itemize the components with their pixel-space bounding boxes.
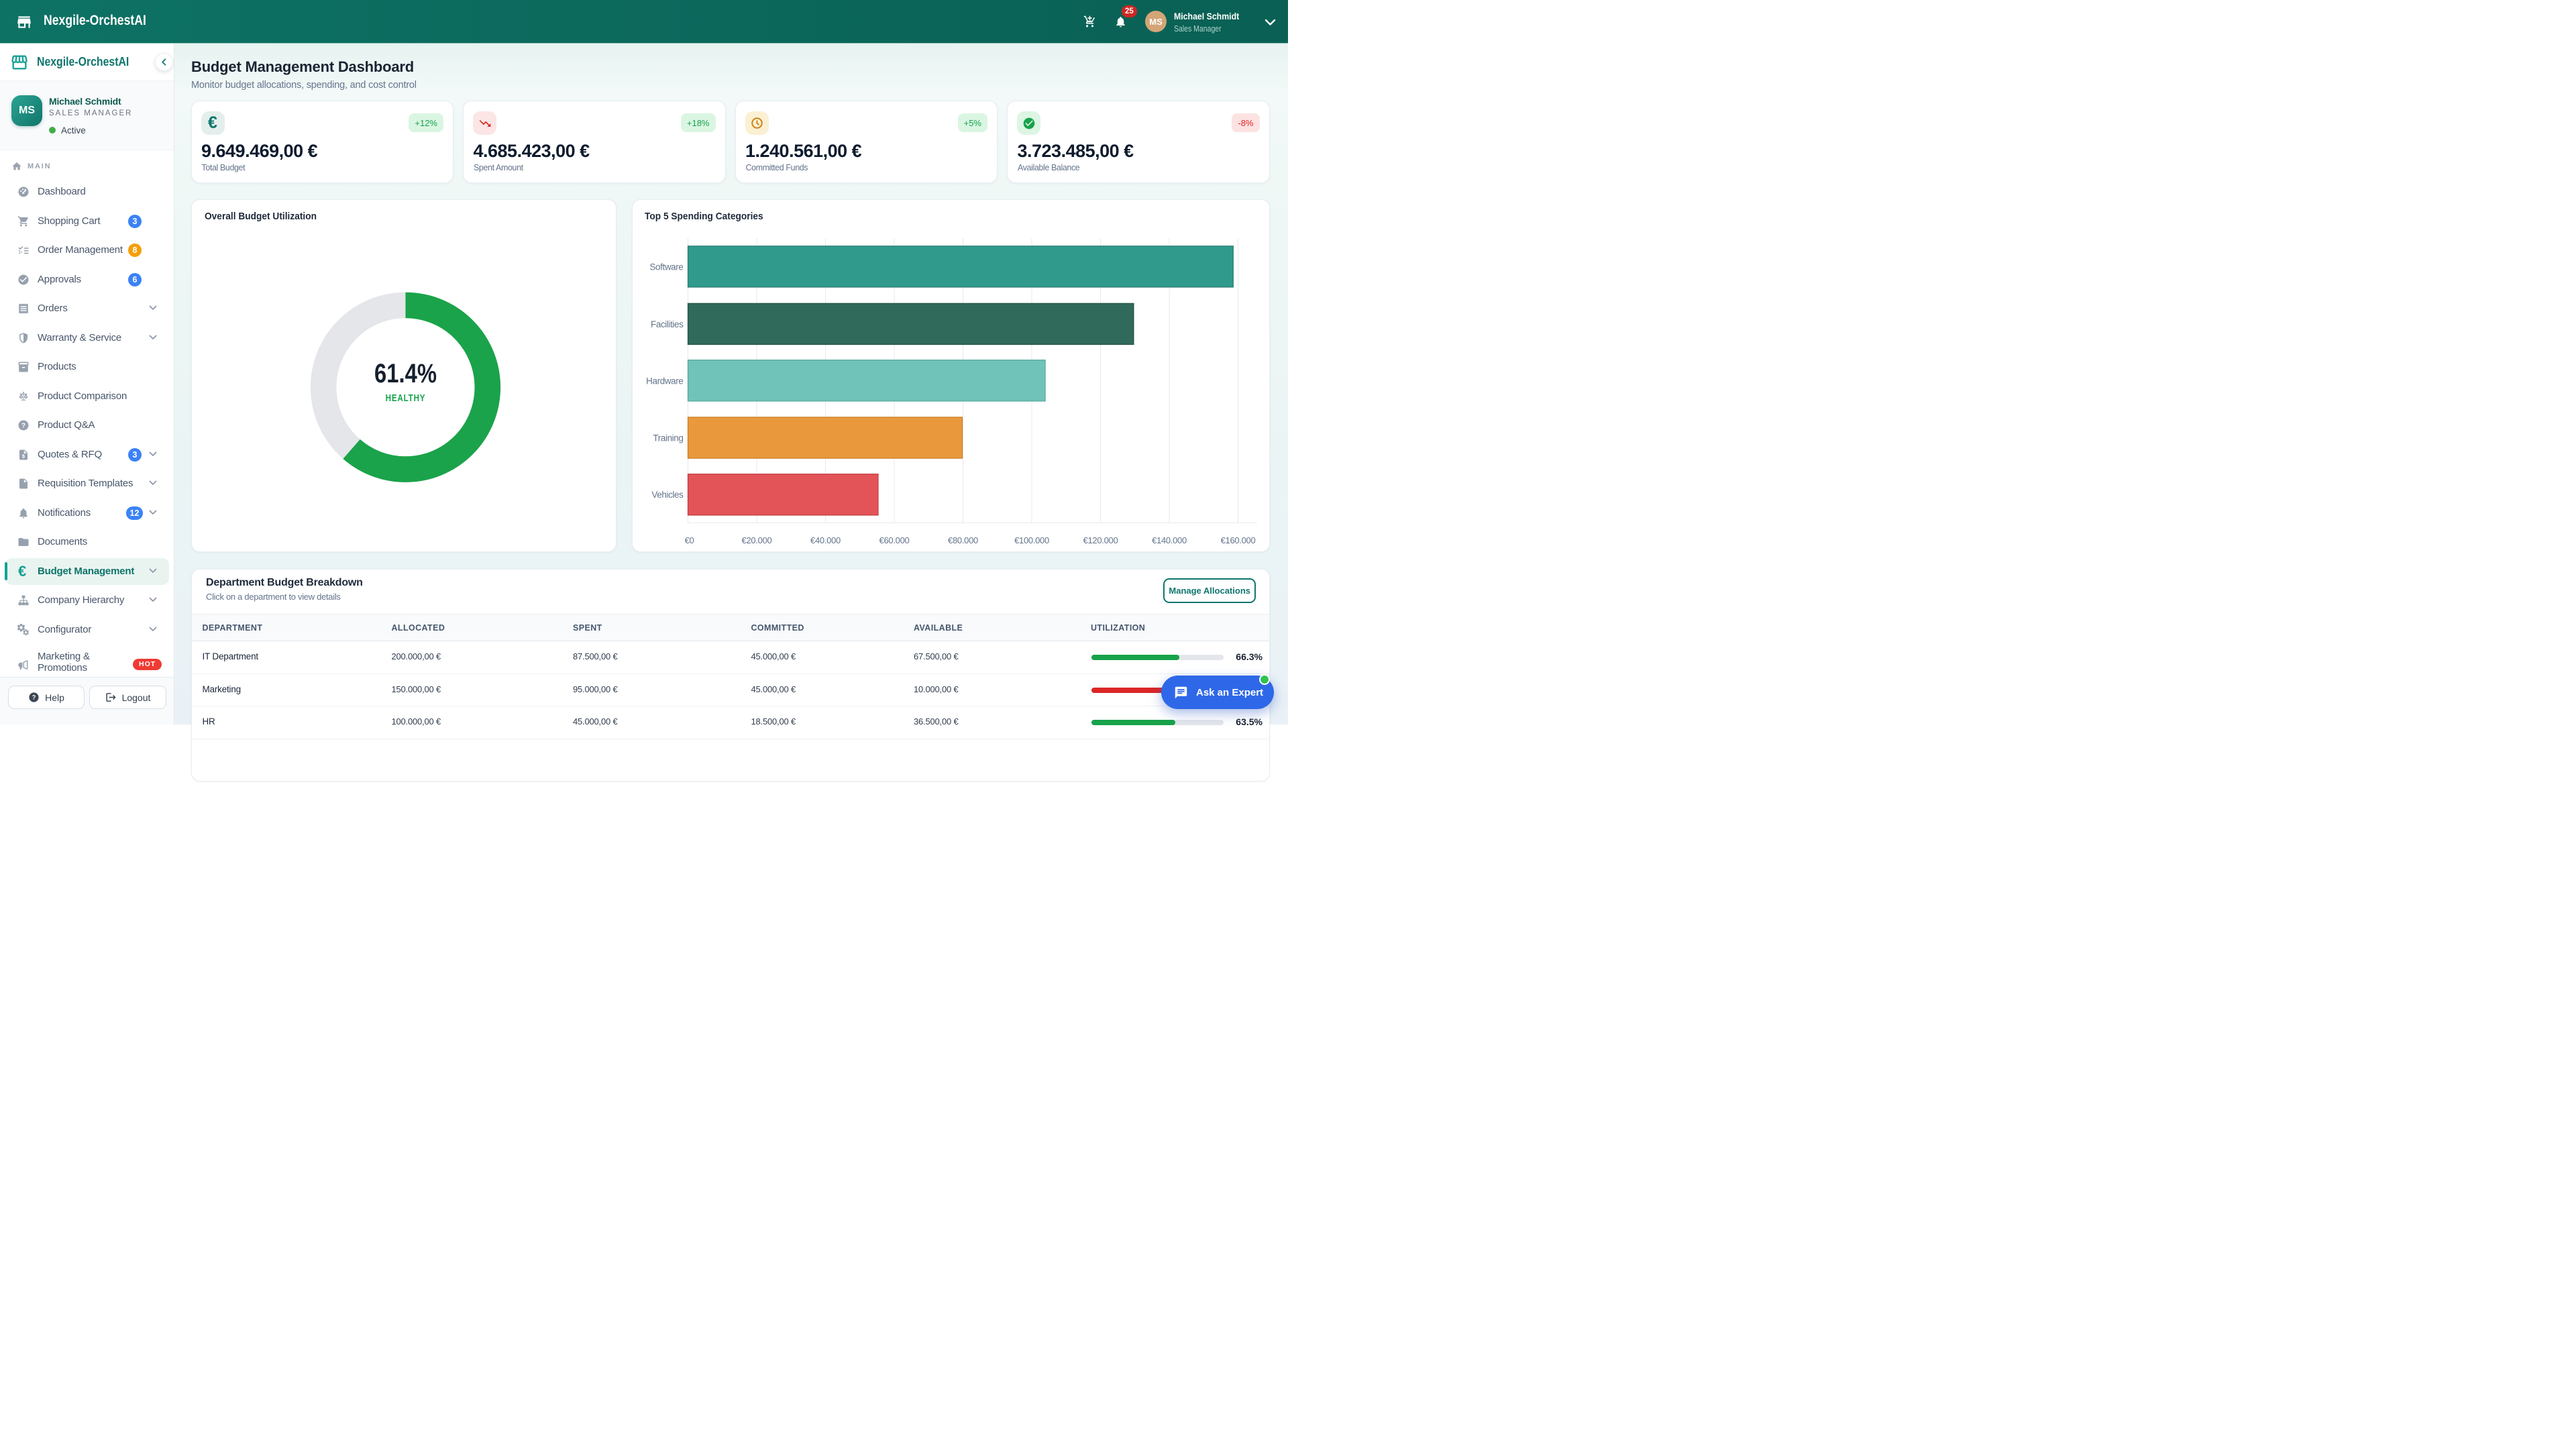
svg-text:?: ? — [32, 694, 36, 701]
svg-text:€140.000: €140.000 — [1152, 535, 1187, 545]
svg-text:€80.000: €80.000 — [948, 535, 978, 545]
svg-text:HEALTHY: HEALTHY — [385, 392, 425, 403]
svg-text:€20.000: €20.000 — [742, 535, 772, 545]
svg-text:Training: Training — [653, 433, 683, 443]
svg-text:€100.000: €100.000 — [1014, 535, 1049, 545]
svg-text:€40.000: €40.000 — [810, 535, 841, 545]
svg-text:€160.000: €160.000 — [1221, 535, 1256, 545]
svg-text:?: ? — [21, 423, 25, 430]
svg-text:Facilities: Facilities — [651, 319, 684, 329]
svg-text:€60.000: €60.000 — [879, 535, 910, 545]
svg-text:61.4%: 61.4% — [374, 358, 437, 388]
svg-text:Hardware: Hardware — [646, 376, 683, 386]
svg-text:Vehicles: Vehicles — [651, 490, 684, 500]
svg-text:€120.000: €120.000 — [1083, 535, 1118, 545]
svg-text:Software: Software — [649, 262, 683, 272]
svg-text:€0: €0 — [685, 535, 694, 545]
